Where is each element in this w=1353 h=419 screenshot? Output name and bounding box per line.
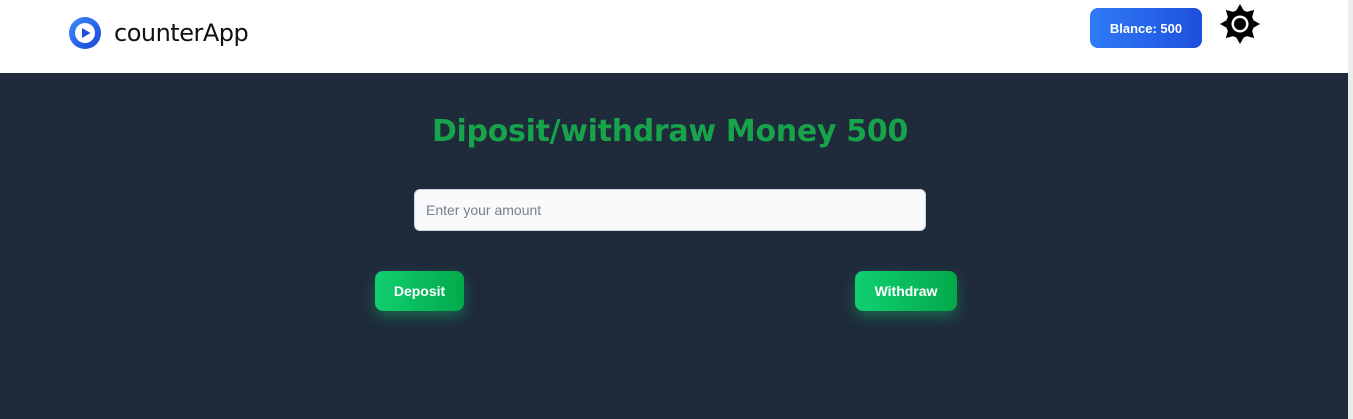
sun-icon bbox=[1220, 3, 1260, 49]
main-panel: Diposit/withdraw Money 500 Deposit Withd… bbox=[0, 73, 1348, 419]
amount-input[interactable] bbox=[414, 189, 926, 231]
theme-toggle[interactable] bbox=[1220, 3, 1260, 49]
balance-button[interactable]: Blance: 500 bbox=[1090, 8, 1202, 48]
scrollbar-track[interactable] bbox=[1348, 0, 1353, 419]
brand-name: counterApp bbox=[114, 19, 249, 47]
play-circle-icon bbox=[69, 17, 101, 49]
page-title: Diposit/withdraw Money 500 bbox=[431, 114, 909, 149]
withdraw-button[interactable]: Withdraw bbox=[855, 271, 957, 311]
navbar: counterApp Blance: 500 bbox=[0, 0, 1348, 73]
brand[interactable]: counterApp bbox=[69, 16, 249, 50]
deposit-button[interactable]: Deposit bbox=[375, 271, 464, 311]
app-root: counterApp Blance: 500 Diposit/withdraw … bbox=[0, 0, 1353, 419]
